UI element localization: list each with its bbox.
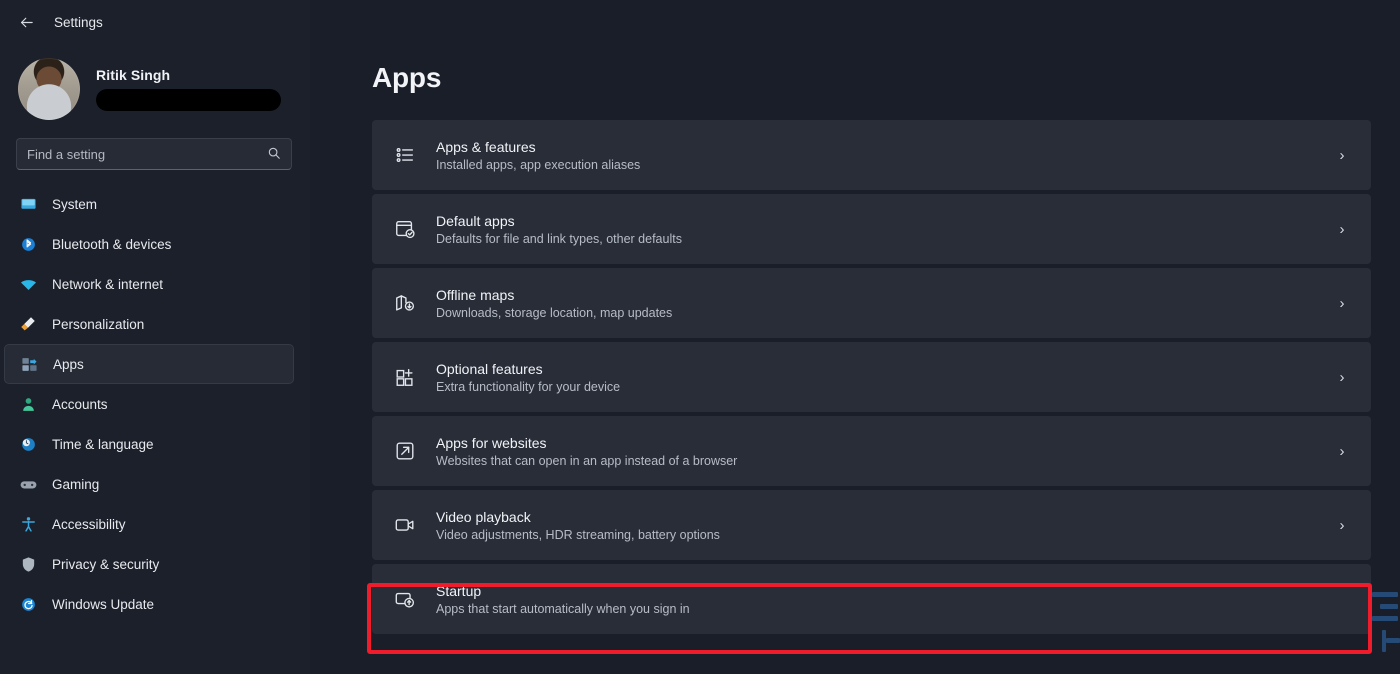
sidebar-item-label: Bluetooth & devices [52, 236, 172, 252]
monitor-icon [18, 194, 38, 214]
shield-icon [18, 554, 38, 574]
bluetooth-icon [18, 234, 38, 254]
card-title: Apps & features [436, 138, 536, 155]
title-bar: Settings [0, 0, 310, 44]
user-profile[interactable]: Ritik Singh [0, 44, 310, 130]
sidebar-item-bluetooth-devices[interactable]: Bluetooth & devices [4, 224, 294, 264]
settings-card-optional-features[interactable]: Optional features Extra functionality fo… [372, 342, 1371, 412]
sidebar-item-label: Windows Update [52, 596, 155, 612]
sidebar-item-network-internet[interactable]: Network & internet [4, 264, 294, 304]
sidebar: Settings Ritik Singh Find a setting Syst… [0, 0, 310, 674]
gamepad-icon [18, 474, 38, 494]
card-text: Apps & features Installed apps, app exec… [436, 139, 1313, 172]
card-text: Default apps Defaults for file and link … [436, 213, 1313, 246]
settings-card-list: Apps & features Installed apps, app exec… [372, 120, 1371, 634]
settings-window: Settings Ritik Singh Find a setting Syst… [0, 0, 1400, 674]
paintbrush-icon [18, 314, 38, 334]
chevron-right-icon[interactable]: › [1331, 221, 1353, 238]
profile-text-group: Ritik Singh [96, 67, 281, 111]
profile-name: Ritik Singh [96, 67, 171, 83]
card-subtitle: Extra functionality for your device [436, 379, 621, 394]
sidebar-item-label: Network & internet [52, 276, 164, 292]
sidebar-item-privacy-security[interactable]: Privacy & security [4, 544, 294, 584]
search-icon [267, 146, 281, 163]
settings-card-offline-maps[interactable]: Offline maps Downloads, storage location… [372, 268, 1371, 338]
sidebar-nav: System Bluetooth & devices Network & int… [0, 180, 310, 624]
back-button[interactable] [12, 8, 40, 36]
settings-card-default-apps[interactable]: Default apps Defaults for file and link … [372, 194, 1371, 264]
sidebar-item-label: Privacy & security [52, 556, 160, 572]
sidebar-item-label: Accounts [52, 396, 108, 412]
card-subtitle: Video adjustments, HDR streaming, batter… [436, 527, 720, 542]
chevron-right-icon[interactable]: › [1331, 369, 1353, 386]
chevron-right-icon[interactable]: › [1331, 295, 1353, 312]
sidebar-item-accounts[interactable]: Accounts [4, 384, 294, 424]
sidebar-item-apps[interactable]: Apps [4, 344, 294, 384]
profile-email-redacted [96, 89, 281, 111]
app-title: Settings [54, 14, 103, 30]
avatar [18, 58, 80, 120]
card-subtitle: Downloads, storage location, map updates [436, 305, 673, 320]
search-container [0, 130, 310, 180]
card-text: Offline maps Downloads, storage location… [436, 287, 1313, 320]
card-text: Video playback Video adjustments, HDR st… [436, 509, 1313, 542]
card-text: Apps for websites Websites that can open… [436, 435, 1313, 468]
sidebar-item-label: Accessibility [52, 516, 126, 532]
sidebar-item-system[interactable]: System [4, 184, 294, 224]
update-icon [18, 594, 38, 614]
card-title: Offline maps [436, 286, 515, 303]
default-apps-icon [392, 216, 418, 242]
accessibility-icon [18, 514, 38, 534]
sidebar-item-time-language[interactable]: Time & language [4, 424, 294, 464]
chevron-right-icon[interactable]: › [1331, 147, 1353, 164]
sidebar-item-label: Personalization [52, 316, 145, 332]
page-title: Apps [372, 62, 442, 93]
chevron-right-icon[interactable]: › [1331, 443, 1353, 460]
clock-globe-icon [18, 434, 38, 454]
chevron-right-icon[interactable]: › [1331, 517, 1353, 534]
card-subtitle: Websites that can open in an app instead… [436, 453, 738, 468]
sidebar-item-personalization[interactable]: Personalization [4, 304, 294, 344]
add-square-icon [392, 364, 418, 390]
card-title: Startup [436, 582, 482, 599]
video-camera-icon [392, 512, 418, 538]
sidebar-item-label: Time & language [52, 436, 154, 452]
search-input[interactable] [27, 146, 261, 162]
card-text: Optional features Extra functionality fo… [436, 361, 1313, 394]
settings-card-apps-for-websites[interactable]: Apps for websites Websites that can open… [372, 416, 1371, 486]
apps-icon [19, 354, 39, 374]
card-title: Optional features [436, 360, 543, 377]
sidebar-item-accessibility[interactable]: Accessibility [4, 504, 294, 544]
sidebar-item-label: Gaming [52, 476, 100, 492]
background-artifact [1338, 584, 1400, 674]
settings-card-apps-features[interactable]: Apps & features Installed apps, app exec… [372, 120, 1371, 190]
card-subtitle: Apps that start automatically when you s… [436, 601, 690, 616]
settings-card-startup[interactable]: Startup Apps that start automatically wh… [372, 564, 1371, 634]
open-external-icon [392, 438, 418, 464]
sidebar-item-label: System [52, 196, 98, 212]
card-subtitle: Installed apps, app execution aliases [436, 157, 641, 172]
card-subtitle: Defaults for file and link types, other … [436, 231, 682, 246]
wifi-icon [18, 274, 38, 294]
card-title: Video playback [436, 508, 531, 525]
card-title: Default apps [436, 212, 515, 229]
back-arrow-icon [20, 17, 33, 27]
main-content: Apps Apps & features Installed apps, app… [310, 0, 1400, 674]
card-title: Apps for websites [436, 434, 547, 451]
card-text: Startup Apps that start automatically wh… [436, 583, 1313, 616]
map-download-icon [392, 290, 418, 316]
startup-icon [392, 586, 418, 612]
sidebar-item-windows-update[interactable]: Windows Update [4, 584, 294, 624]
settings-card-video-playback[interactable]: Video playback Video adjustments, HDR st… [372, 490, 1371, 560]
search-box[interactable] [16, 138, 292, 170]
sidebar-item-gaming[interactable]: Gaming [4, 464, 294, 504]
list-bullets-icon [392, 142, 418, 168]
sidebar-item-label: Apps [53, 356, 84, 372]
person-icon [18, 394, 38, 414]
